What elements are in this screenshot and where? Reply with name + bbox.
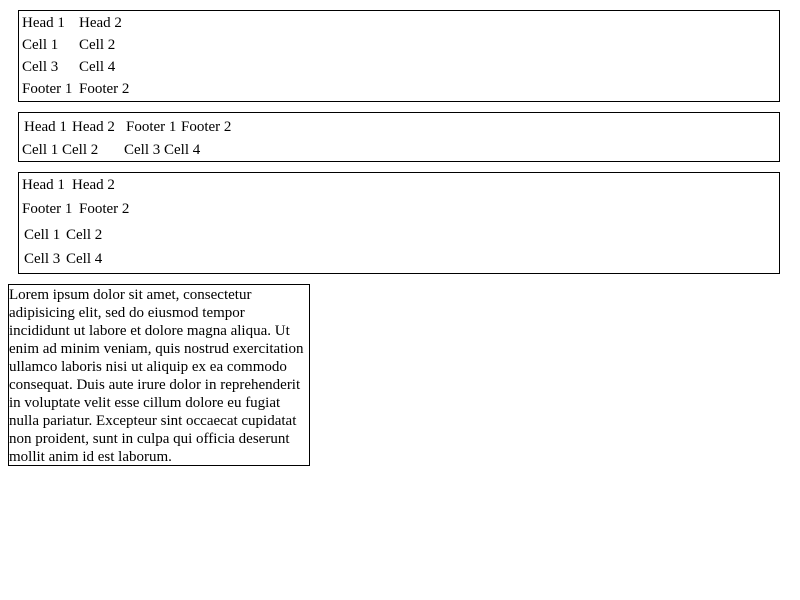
table-2-cell-1: Cell 1	[22, 142, 59, 158]
table-1-footer-2: Footer 2	[79, 81, 130, 97]
table-2-head-1: Head 1	[24, 119, 67, 135]
table-2-cell-3: Cell 3	[124, 142, 161, 158]
lorem-paragraph: Lorem ipsum dolor sit amet, consectetur …	[8, 284, 310, 466]
table-3: Head 1 Head 2 Footer 1 Footer 2 Cell 1 C…	[18, 172, 780, 274]
table-1-cell-2: Cell 2	[79, 37, 116, 53]
table-2-head-2: Head 2	[72, 119, 115, 135]
table-2: Head 1 Head 2 Footer 1 Footer 2 Cell 1 C…	[18, 112, 780, 162]
table-1-footer-1: Footer 1	[22, 81, 73, 97]
table-1-cell-1: Cell 1	[22, 37, 59, 53]
table-3-cell-1: Cell 1	[24, 227, 61, 243]
table-3-cell-3: Cell 3	[24, 251, 61, 267]
table-2-footer-1: Footer 1	[126, 119, 177, 135]
table-3-head-1: Head 1	[22, 177, 65, 193]
table-1: Head 1 Head 2 Cell 1 Cell 2 Cell 3 Cell …	[18, 10, 780, 102]
table-3-cell-2: Cell 2	[66, 227, 103, 243]
table-1-head-1: Head 1	[22, 15, 65, 31]
table-2-cell-4: Cell 4	[164, 142, 201, 158]
table-1-cell-3: Cell 3	[22, 59, 59, 75]
table-3-head-2: Head 2	[72, 177, 115, 193]
table-1-cell-4: Cell 4	[79, 59, 116, 75]
table-2-cell-2: Cell 2	[62, 142, 99, 158]
table-1-head-2: Head 2	[79, 15, 122, 31]
table-3-footer-2: Footer 2	[79, 201, 130, 217]
table-3-footer-1: Footer 1	[22, 201, 73, 217]
table-3-cell-4: Cell 4	[66, 251, 103, 267]
table-2-footer-2: Footer 2	[181, 119, 232, 135]
